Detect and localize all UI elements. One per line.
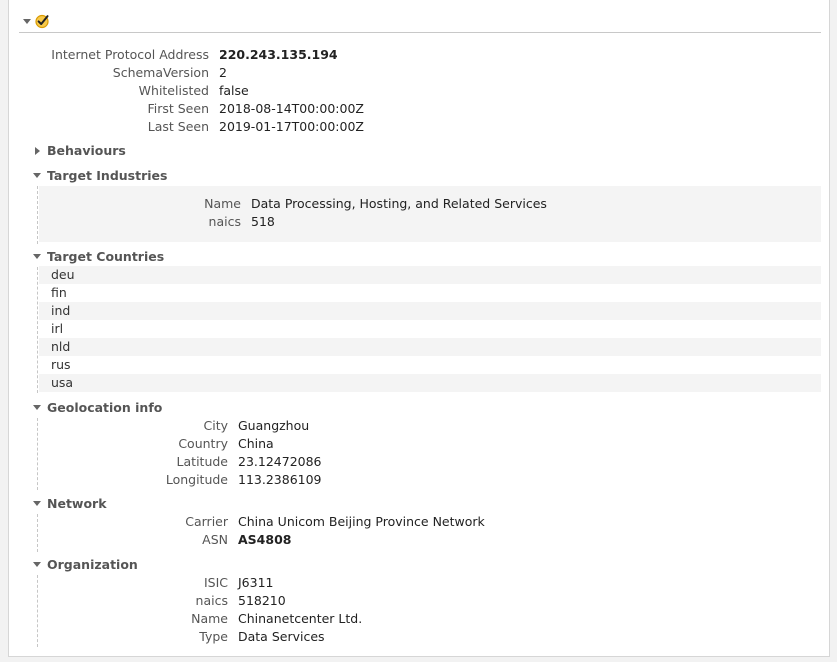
field-value: 518210 xyxy=(238,593,286,608)
chevron-down-icon[interactable] xyxy=(23,19,31,24)
field-key: naics xyxy=(208,214,241,229)
field-key: City xyxy=(203,418,229,433)
list-item: rus xyxy=(51,357,71,372)
field-key: Type xyxy=(199,629,228,644)
field-key: Longitude xyxy=(165,472,228,487)
field-value: 2 xyxy=(219,65,227,80)
row-background xyxy=(39,338,821,356)
check-circle-icon xyxy=(35,14,49,29)
list-item: irl xyxy=(51,321,64,336)
field-value: 23.12472086 xyxy=(238,454,322,469)
field-value: false xyxy=(219,83,249,98)
field-key: Carrier xyxy=(185,514,228,529)
field-value: China Unicom Beijing Province Network xyxy=(238,514,485,529)
list-item: nld xyxy=(51,339,71,354)
field-value: Data Services xyxy=(238,629,325,644)
section-title: Target Industries xyxy=(47,168,168,183)
field-key: Name xyxy=(191,611,228,626)
list-item: fin xyxy=(51,285,67,300)
chevron-down-icon[interactable] xyxy=(33,173,41,178)
row-background xyxy=(39,374,821,392)
section-title: Geolocation info xyxy=(47,400,163,415)
chevron-down-icon[interactable] xyxy=(33,562,41,567)
field-key: SchemaVersion xyxy=(112,65,209,80)
field-key: Name xyxy=(204,196,241,211)
field-value: 518 xyxy=(251,214,275,229)
field-key: ISIC xyxy=(203,575,228,590)
field-value: Chinanetcenter Ltd. xyxy=(238,611,363,626)
field-key: Whitelisted xyxy=(138,83,209,98)
chevron-down-icon[interactable] xyxy=(33,501,41,506)
field-value: China xyxy=(238,436,274,451)
tree-guide xyxy=(37,267,38,393)
field-key: Internet Protocol Address xyxy=(51,47,209,62)
section-title: Network xyxy=(47,496,107,511)
field-value: Data Processing, Hosting, and Related Se… xyxy=(251,196,547,211)
field-value: 2018-08-14T00:00:00Z xyxy=(219,101,364,116)
field-value: AS4808 xyxy=(238,532,292,547)
chevron-down-icon[interactable] xyxy=(33,254,41,259)
row-background xyxy=(39,302,821,320)
root-node-header[interactable] xyxy=(19,12,821,33)
chevron-right-icon[interactable] xyxy=(35,147,40,155)
field-value: 2019-01-17T00:00:00Z xyxy=(219,119,364,134)
field-key: naics xyxy=(195,593,228,608)
section-title: Organization xyxy=(47,557,138,572)
chevron-down-icon[interactable] xyxy=(33,405,41,410)
list-item: deu xyxy=(51,267,75,282)
section-title: Behaviours xyxy=(47,143,126,158)
field-key: ASN xyxy=(202,532,228,547)
section-title: Target Countries xyxy=(47,249,165,264)
field-key: Country xyxy=(178,436,228,451)
row-background xyxy=(39,266,821,284)
list-item: usa xyxy=(51,375,74,390)
field-key: Last Seen xyxy=(147,119,209,134)
field-value: 113.2386109 xyxy=(238,472,322,487)
field-value: 220.243.135.194 xyxy=(219,47,338,62)
field-value: J6311 xyxy=(238,575,274,590)
list-item: ind xyxy=(51,303,71,318)
field-key: First Seen xyxy=(147,101,209,116)
details-panel: Behaviours Target Industries Target Coun… xyxy=(8,0,830,657)
field-key: Latitude xyxy=(176,454,228,469)
field-value: Guangzhou xyxy=(238,418,310,433)
